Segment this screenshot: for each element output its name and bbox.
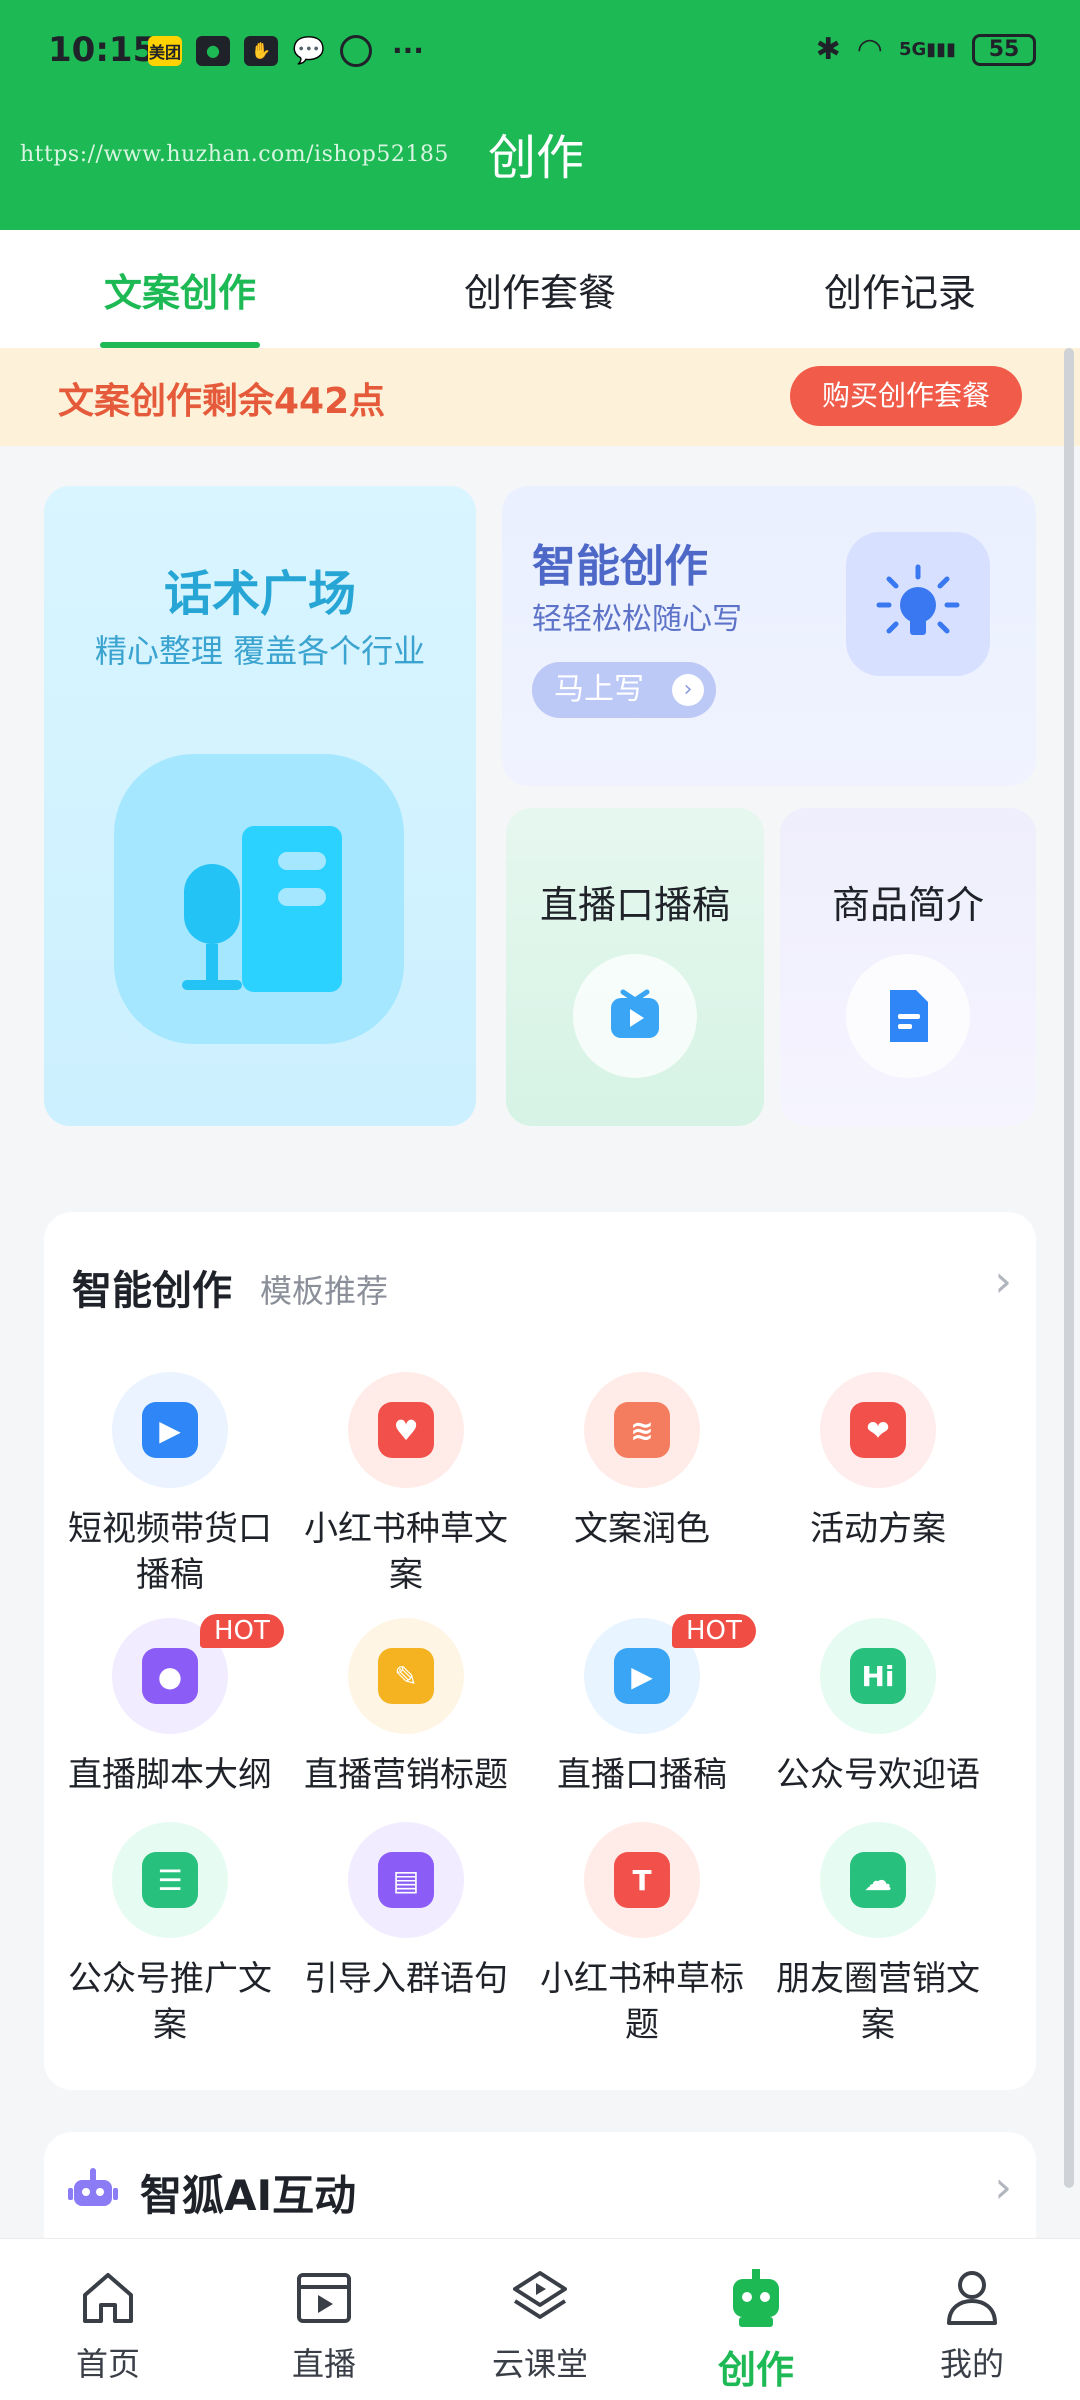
template-icon: Hi (820, 1618, 936, 1734)
app-header: 10:15 美团 ● ✋ 💬 ··· ✱ ◠ 5G▮▮▮ 55 https://… (0, 0, 1080, 230)
hand-icon: ✋ (244, 35, 278, 66)
template-item[interactable]: ≋ 文案润色 (524, 1372, 760, 1552)
template-label: 直播口播稿 (557, 1755, 727, 1795)
template-item[interactable]: ▶ 短视频带货口播稿 (52, 1372, 288, 1598)
template-item[interactable]: ❤ 活动方案 (760, 1372, 996, 1552)
lightbulb-icon (846, 532, 990, 676)
template-label: 文案润色 (574, 1509, 710, 1549)
template-item[interactable]: ▶ HOT 直播口播稿 (524, 1614, 760, 1798)
chevron-right-icon: › (994, 2162, 1012, 2213)
tab-copywriting[interactable]: 文案创作 (0, 230, 360, 348)
product-intro-card[interactable]: 商品简介 (780, 808, 1036, 1126)
template-item[interactable]: ✎ 直播营销标题 (288, 1618, 524, 1798)
status-bar: 10:15 美团 ● ✋ 💬 ··· ✱ ◠ 5G▮▮▮ 55 (0, 0, 1080, 105)
template-item[interactable]: ● HOT 直播脚本大纲 (52, 1614, 288, 1798)
template-label: 直播脚本大纲 (68, 1755, 272, 1795)
nav-home[interactable]: 首页 (0, 2239, 216, 2400)
buy-package-button[interactable]: 购买创作套餐 (790, 366, 1022, 426)
section-title: 智能创作 (72, 1268, 232, 1314)
template-label: 活动方案 (810, 1509, 946, 1549)
live-script-card[interactable]: 直播口播稿 (506, 808, 764, 1126)
template-label: 小红书种草标题 (540, 1959, 744, 2045)
microphone-document-icon (114, 754, 404, 1044)
template-icon: ✎ (348, 1618, 464, 1734)
status-time: 10:15 (48, 30, 157, 70)
hot-badge: HOT (200, 1614, 284, 1648)
chevron-right-icon: › (672, 674, 704, 706)
template-label: 朋友圈营销文案 (776, 1959, 980, 2045)
signal-icon: 5G▮▮▮ (898, 39, 956, 60)
baidu-icon: ● (196, 35, 230, 66)
template-icon: ☁ (820, 1822, 936, 1938)
template-label: 直播营销标题 (304, 1755, 508, 1795)
chevron-right-icon[interactable]: › (994, 1256, 1012, 1307)
points-bar: 文案创作剩余442点 购买创作套餐 (0, 348, 1080, 446)
nav-mine[interactable]: 我的 (864, 2239, 1080, 2400)
template-item[interactable]: ☁ 朋友圈营销文案 (760, 1822, 996, 2048)
points-remaining: 文案创作剩余442点 (58, 381, 386, 422)
template-label: 公众号推广文案 (68, 1959, 272, 2045)
document-icon (846, 954, 970, 1078)
watermark-url: https://www.huzhan.com/ishop52185 (20, 142, 449, 167)
meituan-icon: 美团 (148, 35, 182, 66)
template-icon: ▶ (112, 1372, 228, 1488)
template-item[interactable]: ▤ 引导入群语句 (288, 1822, 524, 2002)
card-title: 智能创作 (532, 541, 708, 592)
more-dots-icon: ··· (392, 34, 424, 67)
chat-bubble-icon (340, 34, 372, 67)
write-now-button[interactable]: 马上写 › (532, 662, 716, 718)
ai-interaction-row[interactable]: 智狐AI互动 › (44, 2132, 1036, 2242)
template-item[interactable]: T 小红书种草标题 (524, 1822, 760, 2048)
template-icon: ▤ (348, 1822, 464, 1938)
bottom-nav: 首页 直播 云课堂 创作 我的 (0, 2238, 1080, 2400)
template-icon: ≋ (584, 1372, 700, 1488)
status-notification-icons: 美团 ● ✋ 💬 ··· (148, 34, 424, 67)
card-title: 话术广场 (163, 566, 356, 622)
course-icon (513, 2271, 567, 2319)
template-item[interactable]: ☰ 公众号推广文案 (52, 1822, 288, 2048)
nav-course[interactable]: 云课堂 (432, 2239, 648, 2400)
template-icon: ❤ (820, 1372, 936, 1488)
template-icon: ♥ (348, 1372, 464, 1488)
card-title: 直播口播稿 (539, 883, 730, 927)
bluetooth-icon: ✱ (815, 32, 841, 67)
ai-interaction-label: 智狐AI互动 (140, 2171, 357, 2220)
card-subtitle: 轻轻松松随心写 (532, 602, 742, 637)
nav-live[interactable]: 直播 (216, 2239, 432, 2400)
tab-records[interactable]: 创作记录 (720, 230, 1080, 348)
status-system-icons: ✱ ◠ 5G▮▮▮ 55 (816, 32, 1036, 67)
tab-bar: 文案创作 创作套餐 创作记录 (0, 230, 1080, 348)
tab-packages[interactable]: 创作套餐 (360, 230, 720, 348)
smart-creation-card[interactable]: 智能创作 轻轻松松随心写 马上写 › (502, 486, 1036, 786)
scrollbar[interactable] (1064, 348, 1074, 2188)
template-label: 引导入群语句 (304, 1959, 508, 1999)
hot-badge: HOT (672, 1614, 756, 1648)
template-item[interactable]: ♥ 小红书种草文案 (288, 1372, 524, 1598)
card-subtitle: 精心整理 覆盖各个行业 (94, 632, 426, 670)
tv-play-icon (573, 954, 697, 1078)
user-icon (947, 2271, 997, 2325)
template-panel: 智能创作 模板推荐 › ▶ 短视频带货口播稿 ♥ 小红书种草文案 ≋ 文案润色 ❤ 活动方案 ●… (44, 1212, 1036, 2090)
wifi-icon: ◠ (856, 32, 883, 67)
template-label: 短视频带货口播稿 (68, 1509, 272, 1595)
template-icon: T (584, 1822, 700, 1938)
template-label: 公众号欢迎语 (776, 1755, 980, 1795)
robot-icon (68, 2168, 118, 2206)
battery-icon: 55 (972, 33, 1036, 66)
wechat-icon: 💬 (292, 35, 326, 66)
home-icon (83, 2273, 133, 2323)
card-title: 商品简介 (831, 883, 984, 927)
script-plaza-card[interactable]: 话术广场 精心整理 覆盖各个行业 (44, 486, 476, 1126)
page-title: 创作 (488, 130, 585, 186)
robot-icon (733, 2269, 779, 2327)
template-icon: ☰ (112, 1822, 228, 1938)
nav-create[interactable]: 创作 (648, 2239, 864, 2400)
section-subtitle: 模板推荐 (260, 1272, 389, 1310)
template-item[interactable]: Hi 公众号欢迎语 (760, 1618, 996, 1798)
video-icon (297, 2273, 351, 2323)
template-label: 小红书种草文案 (304, 1509, 508, 1595)
